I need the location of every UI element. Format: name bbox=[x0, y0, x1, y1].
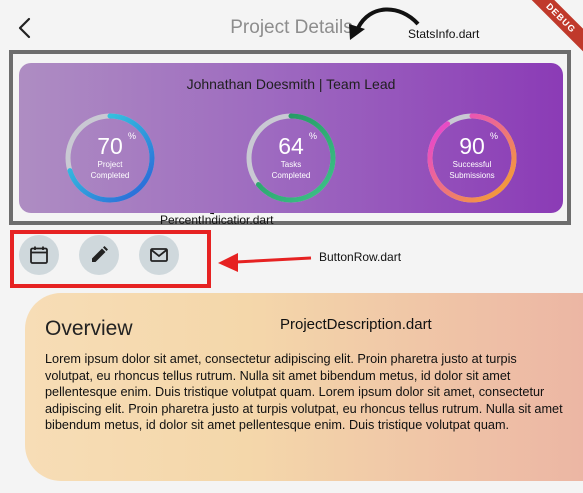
overview-heading: Overview bbox=[45, 317, 133, 340]
percent-indicator-annotation: PercentIndicatior.dart bbox=[160, 213, 274, 227]
page-title: Project Details bbox=[230, 17, 353, 38]
button-row-arrow bbox=[235, 256, 312, 264]
stats-info-highlight-box bbox=[9, 50, 571, 225]
project-description-annotation: ProjectDescription.dart bbox=[280, 316, 432, 333]
stats-info-annotation: StatsInfo.dart bbox=[408, 27, 480, 41]
button-row-highlight-box bbox=[10, 230, 211, 288]
app-bar: Project Details DEBUG bbox=[0, 0, 583, 58]
button-row-annotation: ButtonRow.dart bbox=[319, 250, 402, 264]
description-text: Lorem ipsum dolor sit amet, consectetur … bbox=[45, 352, 563, 432]
button-row-arrowhead bbox=[218, 253, 238, 272]
